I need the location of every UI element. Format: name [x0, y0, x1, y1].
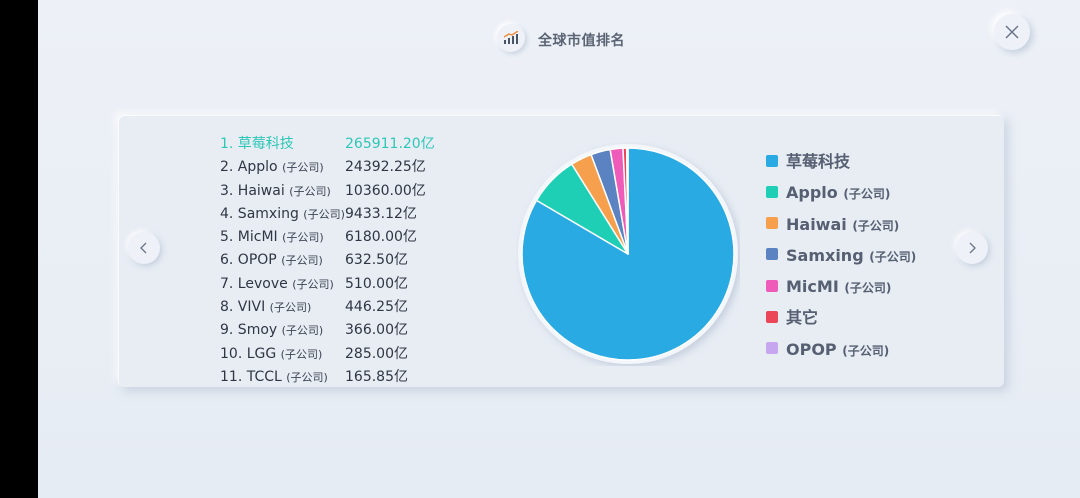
legend: 草莓科技 Applo (子公司) Haiwai (子公司) Samxing (子公司)…: [766, 150, 916, 369]
ranking-row: 2. Applo (子公司) 24392.25亿: [220, 156, 480, 179]
ranking-sub-label: (子公司): [269, 301, 312, 315]
legend-label: MicMI: [786, 277, 845, 297]
legend-item[interactable]: Applo (子公司): [766, 181, 916, 212]
legend-item[interactable]: MicMI (子公司): [766, 275, 916, 306]
ranking-row: 11. TCCL (子公司) 165.85亿: [220, 366, 480, 389]
ranking-value: 285.00亿: [345, 345, 408, 362]
ranking-row: 1. 草莓科技 265911.20亿: [220, 133, 480, 156]
ranking-name: 1. 草莓科技: [220, 133, 294, 156]
ranking-sub-label: (子公司): [282, 161, 324, 175]
ranking-name: 9. Smoy (子公司): [220, 319, 323, 342]
ranking-sub-label: (子公司): [281, 324, 324, 338]
legend-sub-label: (子公司): [869, 249, 917, 264]
ranking-name: 11. TCCL (子公司): [220, 366, 328, 389]
ranking-value: 9433.12亿: [345, 205, 417, 222]
screen: 全球市值排名 1. 草莓科技 265911.20亿 2. Applo (子公司) 24…: [38, 0, 1080, 498]
ranking-row: 9. Smoy (子公司) 366.00亿: [220, 319, 480, 342]
ranking-sub-label: (子公司): [280, 347, 323, 361]
legend-sub-label: (子公司): [843, 187, 891, 202]
ranking-value: 24392.25亿: [345, 159, 426, 176]
ranking-sub-label: (子公司): [303, 207, 345, 221]
ranking-label: 3. Haiwai: [220, 182, 290, 199]
ranking-row: 7. Levove (子公司) 510.00亿: [220, 273, 480, 296]
ranking-sub-label: (子公司): [282, 231, 324, 245]
trend-chart-icon: [503, 31, 519, 44]
ranking-row: 4. Samxing (子公司) 9433.12亿: [220, 203, 480, 226]
ranking-name: 2. Applo (子公司): [220, 156, 324, 179]
page-title: 全球市值排名: [538, 33, 625, 49]
legend-swatch: [766, 217, 778, 230]
ranking-label: 5. MicMI: [220, 229, 283, 246]
ranking-sub-label: (子公司): [289, 184, 331, 198]
ranking-label: 8. VIVI: [220, 299, 270, 316]
legend-item[interactable]: 其它: [766, 306, 916, 337]
legend-swatch: [766, 154, 778, 167]
ranking-list: 1. 草莓科技 265911.20亿 2. Applo (子公司) 24392.25亿…: [220, 133, 480, 389]
legend-item[interactable]: OPOP (子公司): [766, 338, 916, 369]
ranking-label: 6. OPOP: [220, 252, 282, 269]
legend-swatch: [766, 310, 778, 323]
legend-swatch: [766, 279, 778, 292]
chevron-right-icon: [969, 242, 976, 254]
ranking-label: 9. Smoy: [220, 322, 282, 339]
ranking-row: 5. MicMI (子公司) 6180.00亿: [220, 226, 480, 249]
ranking-name: 8. VIVI (子公司): [220, 296, 311, 319]
legend-label: Samxing: [786, 245, 870, 265]
close-button[interactable]: [994, 14, 1030, 50]
ranking-row: 8. VIVI (子公司) 446.25亿: [220, 296, 480, 319]
ranking-row: 10. LGG (子公司) 285.00亿: [220, 343, 480, 366]
legend-sub-label: (子公司): [844, 281, 892, 296]
legend-label: 其它: [786, 308, 819, 328]
ranking-name: 4. Samxing (子公司): [220, 203, 345, 226]
pie-svg: [518, 144, 738, 364]
ranking-sub-label: (子公司): [292, 277, 334, 291]
legend-item[interactable]: Haiwai (子公司): [766, 213, 916, 244]
ranking-row: 6. OPOP (子公司) 632.50亿: [220, 249, 480, 272]
prev-button[interactable]: [128, 232, 160, 264]
ranking-label: 2. Applo: [220, 159, 283, 176]
legend-swatch: [766, 248, 778, 261]
legend-sub-label: (子公司): [842, 343, 890, 358]
ranking-value: 265911.20亿: [345, 136, 435, 152]
ranking-sub-label: (子公司): [286, 370, 328, 384]
close-icon: [1005, 25, 1019, 39]
next-button[interactable]: [956, 232, 988, 264]
pie-chart: [516, 142, 740, 366]
legend-swatch: [766, 342, 778, 355]
legend-label: Haiwai: [786, 214, 853, 234]
ranking-value: 6180.00亿: [345, 229, 417, 246]
ranking-value: 510.00亿: [345, 275, 408, 292]
legend-swatch: [766, 185, 778, 198]
legend-item[interactable]: Samxing (子公司): [766, 244, 916, 275]
ranking-name: 7. Levove (子公司): [220, 273, 334, 296]
legend-sub-label: (子公司): [852, 218, 900, 233]
legend-item[interactable]: 草莓科技: [766, 150, 916, 181]
ranking-name: 5. MicMI (子公司): [220, 226, 324, 249]
ranking-name: 6. OPOP (子公司): [220, 249, 323, 272]
ranking-label: 11. TCCL: [220, 368, 287, 385]
ranking-value: 632.50亿: [345, 252, 408, 269]
ranking-sub-label: (子公司): [281, 254, 323, 268]
ranking-value: 366.00亿: [345, 322, 408, 339]
ranking-label: 4. Samxing: [220, 205, 304, 222]
ranking-value: 446.25亿: [345, 299, 408, 316]
header-icon-button: [497, 24, 525, 52]
legend-label: OPOP: [786, 339, 843, 359]
ranking-name: 3. Haiwai (子公司): [220, 180, 331, 203]
legend-label: Applo: [786, 183, 844, 203]
ranking-value: 10360.00亿: [345, 182, 426, 199]
ranking-name: 10. LGG (子公司): [220, 343, 322, 366]
ranking-value: 165.85亿: [345, 368, 408, 385]
ranking-label: 10. LGG: [220, 345, 281, 362]
legend-label: 草莓科技: [786, 152, 851, 171]
ranking-label: 7. Levove: [220, 275, 293, 292]
ranking-label: 1. 草莓科技: [220, 136, 294, 152]
chevron-left-icon: [140, 242, 147, 254]
ranking-row: 3. Haiwai (子公司) 10360.00亿: [220, 180, 480, 203]
